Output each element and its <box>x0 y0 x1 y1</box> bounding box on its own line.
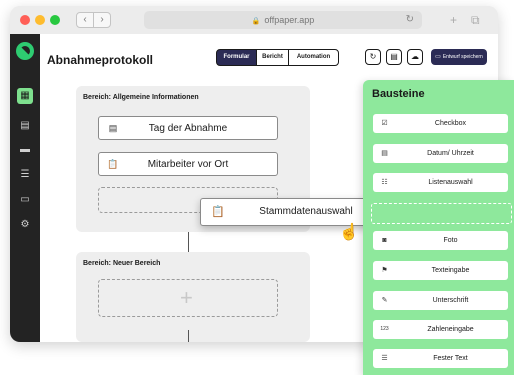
block-foto[interactable]: ◙ Foto <box>373 231 508 250</box>
clipboard-icon: 📋 <box>107 159 119 169</box>
block-label: Fester Text <box>433 355 468 362</box>
address-bar[interactable]: 🔒 offpaper.app ↻ <box>144 11 422 29</box>
field-tag-der-abnahme[interactable]: ▤ Tag der Abnahme <box>98 116 278 140</box>
calendar-icon: ▤ <box>381 150 388 157</box>
block-texteingabe[interactable]: ⚑ Texteingabe <box>373 261 508 280</box>
browser-titlebar: ‹ › 🔒 offpaper.app ↻ + ⧉ <box>10 6 498 34</box>
number-icon: 123 <box>380 326 389 332</box>
clipboard-icon: 📋 <box>211 206 225 218</box>
block-zahleneingabe[interactable]: 123 Zahleneingabe <box>373 320 508 339</box>
block-listenauswahl[interactable]: ☷ Listenauswahl <box>373 173 508 192</box>
dashboard-icon[interactable]: ▦ <box>17 88 33 104</box>
camera-icon: ◙ <box>382 237 387 244</box>
card-icon[interactable]: ▬ <box>17 142 33 158</box>
document-icon[interactable]: ▤ <box>386 49 402 65</box>
field-mitarbeiter-vor-ort[interactable]: 📋 Mitarbeiter vor Ort <box>98 152 278 176</box>
calendar-icon: ▤ <box>108 123 118 133</box>
database-icon[interactable]: ☰ <box>17 167 33 183</box>
panel-title: Bausteine <box>372 88 425 100</box>
page-title: Abnahmeprotokoll <box>47 53 154 67</box>
save-draft-label: Entwurf speichern <box>442 54 483 60</box>
hand-cursor-icon: ☝ <box>339 224 359 241</box>
chevron-right-icon[interactable]: › <box>93 12 111 28</box>
connector-line <box>188 330 189 342</box>
minimize-window-button[interactable] <box>35 15 45 25</box>
app-sidebar: ▦ ▤ ▬ ☰ ▭ ⚙ <box>10 34 40 342</box>
field-label: Tag der Abnahme <box>148 122 228 134</box>
tab-formular[interactable]: Formular <box>216 49 257 66</box>
block-label: Datum/ Uhrzeit <box>427 150 474 157</box>
tabs-icon[interactable]: ⧉ <box>471 12 480 28</box>
block-checkbox[interactable]: ☑ Checkbox <box>373 114 508 133</box>
chevron-left-icon[interactable]: ‹ <box>76 12 94 28</box>
history-icon[interactable]: ↻ <box>365 49 381 65</box>
field-label: Mitarbeiter vor Ort <box>147 158 229 170</box>
connector-line <box>188 232 189 252</box>
folder-icon[interactable]: ▭ <box>17 192 33 208</box>
tab-bericht[interactable]: Bericht <box>256 49 289 66</box>
block-label: Listenauswahl <box>428 179 473 186</box>
plus-icon[interactable]: + <box>450 12 457 28</box>
block-fester-text[interactable]: ☰ Fester Text <box>373 349 508 368</box>
maximize-window-button[interactable] <box>50 15 60 25</box>
block-unterschrift[interactable]: ✎ Unterschrift <box>373 291 508 310</box>
block-label: Foto <box>443 237 458 244</box>
dragging-label: Stammdatenauswahl <box>259 206 353 217</box>
lock-icon: 🔒 <box>251 18 261 25</box>
save-draft-button[interactable]: ▭ Entwurf speichern <box>431 49 487 65</box>
url-text: offpaper.app <box>264 15 315 25</box>
close-window-button[interactable] <box>20 15 30 25</box>
checkbox-icon: ☑ <box>381 120 388 127</box>
section-title: Bereich: Allgemeine Informationen <box>83 94 199 101</box>
block-label: Checkbox <box>434 120 467 127</box>
text-input-icon: ⚑ <box>381 267 388 274</box>
save-icon: ▭ <box>435 54 441 60</box>
block-label: Zahleneingabe <box>427 326 474 333</box>
cloud-icon[interactable]: ☁ <box>407 49 423 65</box>
block-label: Texteingabe <box>431 267 470 274</box>
reload-icon[interactable]: ↻ <box>406 11 414 29</box>
section-title: Bereich: Neuer Bereich <box>83 260 161 267</box>
signature-icon: ✎ <box>381 297 388 304</box>
block-datum-uhrzeit[interactable]: ▤ Datum/ Uhrzeit <box>373 144 508 163</box>
list-icon: ☷ <box>381 179 388 186</box>
document-icon[interactable]: ▤ <box>17 118 33 134</box>
drag-placeholder <box>371 203 512 224</box>
block-label: Unterschrift <box>432 297 469 304</box>
settings-icon[interactable]: ⚙ <box>17 217 33 233</box>
tab-automation[interactable]: Automation <box>288 49 339 66</box>
plus-icon[interactable]: + <box>180 287 193 309</box>
blocks-panel: Bausteine ☑ Checkbox ▤ Datum/ Uhrzeit ☷ … <box>363 80 514 375</box>
app-logo <box>16 42 34 60</box>
section-new: Bereich: Neuer Bereich + <box>76 252 310 342</box>
text-block-icon: ☰ <box>381 355 388 362</box>
